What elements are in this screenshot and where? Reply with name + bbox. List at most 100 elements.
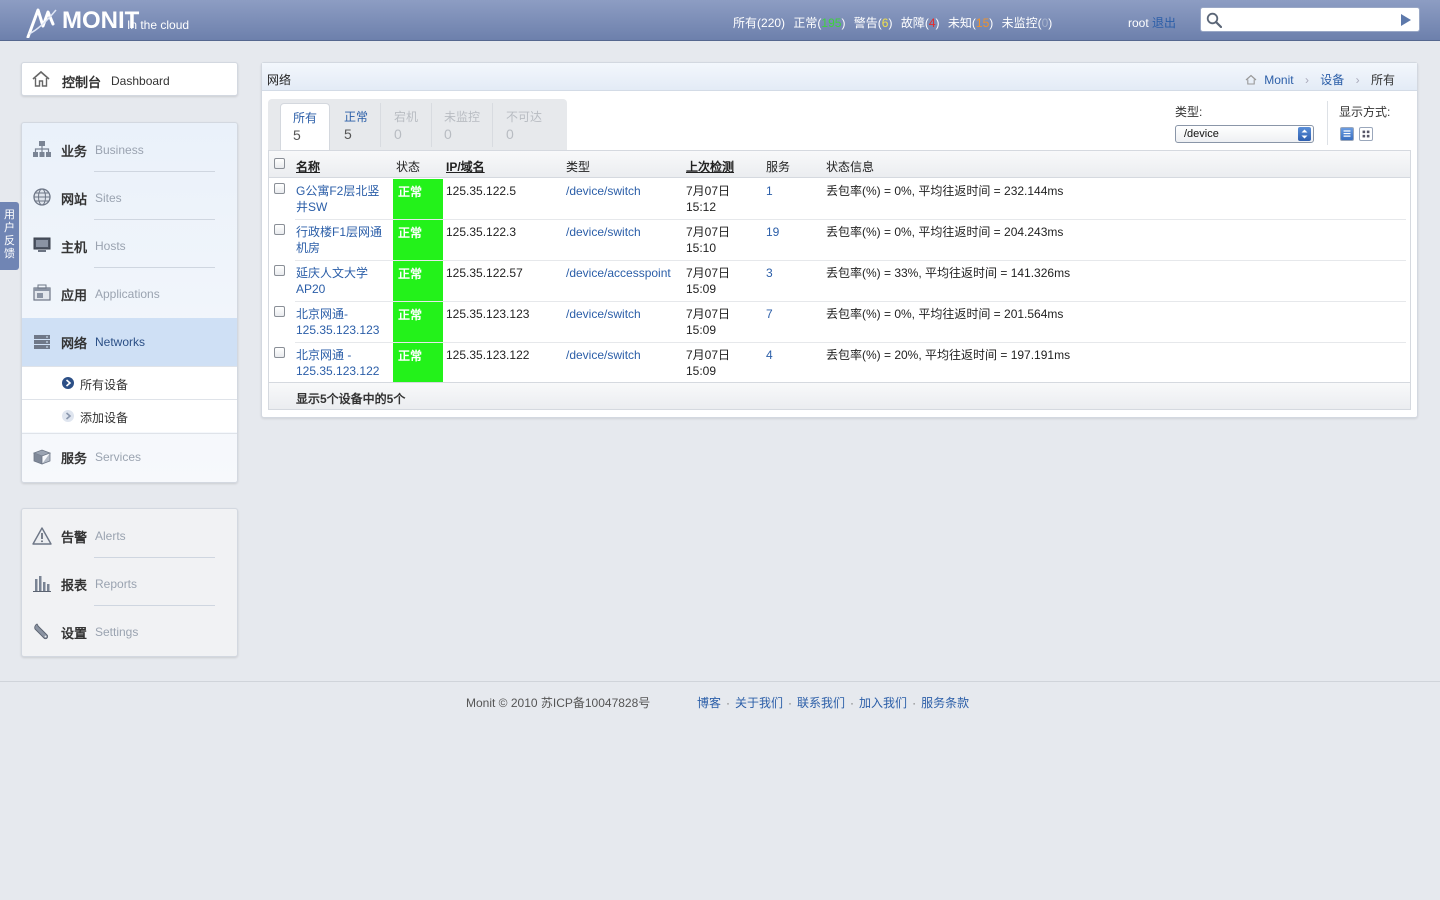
footer-links: 博客 · 关于我们 · 联系我们 · 加入我们 · 服务条款 [697, 694, 969, 711]
sidebar-item-business[interactable]: 业务 Business [22, 124, 237, 172]
device-ip: 125.35.123.122 [446, 348, 530, 362]
column-header-ip[interactable]: IP/域名 [446, 158, 485, 175]
sidebar-item-hosts[interactable]: 主机 Hosts [22, 220, 237, 268]
feedback-char: 户 [4, 222, 15, 234]
footer-link-join[interactable]: 加入我们 [859, 696, 907, 710]
tab-down[interactable]: 宕机 0 [381, 103, 431, 151]
sidebar-item-settings[interactable]: 设置 Settings [22, 606, 237, 654]
last-check-time: 7月07日 15:12 [686, 184, 731, 214]
device-name-link[interactable]: 北京网通 -125.35.123.122 [296, 347, 379, 379]
status-info: 丢包率(%) = 0%, 平均往返时间 = 204.243ms [826, 225, 1064, 239]
table-row: 行政楼F1层网通 机房 正常 125.35.122.3 /device/switc… [269, 220, 1410, 261]
device-type: /device/switch [566, 348, 641, 362]
table-row: 北京网通 -125.35.123.122 正常 125.35.123.122 /… [269, 343, 1410, 384]
row-checkbox[interactable] [274, 347, 285, 358]
grid-view-icon[interactable] [1359, 127, 1373, 141]
footer-dot: · [850, 696, 855, 710]
dashboard-panel: 控制台 Dashboard [21, 62, 238, 96]
services-count-link[interactable]: 4 [766, 347, 773, 363]
search-go-icon[interactable] [1400, 13, 1412, 27]
breadcrumb-separator-icon: › [1304, 73, 1309, 87]
sidebar-subitem-add-device[interactable]: 添加设备 [22, 399, 237, 432]
last-check-time: 7月07日 15:09 [686, 266, 731, 296]
sidebar-item-label: 设置 [61, 626, 88, 641]
select-all-checkbox[interactable] [274, 158, 285, 169]
user-area: root 退出 [1128, 14, 1176, 31]
status-info: 丢包率(%) = 0%, 平均往返时间 = 232.144ms [826, 184, 1064, 198]
footer-link-about[interactable]: 关于我们 [735, 696, 783, 710]
summary-normal[interactable]: 正常(195) [793, 16, 845, 30]
sidebar-item-label: 告警 [61, 530, 88, 545]
device-name-link[interactable]: 行政楼F1层网通 机房 [296, 224, 382, 256]
footer-link-contact[interactable]: 联系我们 [797, 696, 845, 710]
sidebar-item-services[interactable]: 服务 Services [22, 433, 237, 482]
tab-unreachable[interactable]: 不可达 0 [493, 103, 553, 151]
tab-normal[interactable]: 正常 5 [330, 103, 380, 151]
search-icon [1206, 12, 1222, 28]
status-tabs: 所有 5 正常 5 宕机 0 未监控 0 不可达 0 [268, 99, 567, 151]
sidebar-item-sublabel: Reports [95, 577, 138, 591]
services-count-link[interactable]: 19 [766, 224, 779, 240]
breadcrumb-devices[interactable]: 设备 [1320, 73, 1344, 87]
footer-dot: · [726, 696, 731, 710]
sidebar-item-label: 网站 [61, 192, 88, 207]
sidebar-item-networks[interactable]: 网络 Networks [22, 318, 237, 366]
row-checkbox[interactable] [274, 224, 285, 235]
row-checkbox[interactable] [274, 265, 285, 276]
device-name-link[interactable]: 北京网通- 125.35.123.123 [296, 306, 379, 338]
column-header-name[interactable]: 名称 [296, 158, 320, 175]
column-header-last-check[interactable]: 上次检测 [686, 158, 734, 175]
tab-label: 不可达 [506, 110, 543, 124]
sidebar-item-reports[interactable]: 报表 Reports [22, 558, 237, 606]
last-check-time: 7月07日 15:09 [686, 307, 731, 337]
home-icon [32, 70, 50, 87]
summary-all[interactable]: 所有(220) [733, 16, 785, 30]
status-badge: 正常 [393, 302, 443, 343]
logo-subtitle: In the cloud [127, 18, 190, 32]
summary-fault[interactable]: 故障(4) [901, 16, 940, 30]
row-checkbox[interactable] [274, 306, 285, 317]
tab-unmonitored[interactable]: 未监控 0 [432, 103, 492, 151]
summary-warning[interactable]: 警告(6) [854, 16, 893, 30]
sidebar-item-alerts[interactable]: 告警 Alerts [22, 510, 237, 558]
tab-count: 0 [394, 126, 402, 142]
top-bar: MONIT In the cloud 所有(220) 正常(195) 警告(6)… [0, 0, 1440, 41]
footer-dot: · [912, 696, 917, 710]
tab-all[interactable]: 所有 5 [280, 103, 330, 151]
devices-table: 名称 状态 IP/域名 类型 上次检测 服务 状态信息 G公寓F2层北竖 井SW … [268, 150, 1411, 410]
sidebar-item-sites[interactable]: 网站 Sites [22, 172, 237, 220]
page-footer: Monit © 2010 苏ICP备10047828号 博客 · 关于我们 · 联系我们… [0, 681, 1440, 900]
last-check-time: 7月07日 15:09 [686, 348, 731, 378]
breadcrumb-monit[interactable]: Monit [1264, 73, 1293, 87]
divider [1327, 101, 1328, 145]
table-header: 名称 状态 IP/域名 类型 上次检测 服务 状态信息 [269, 151, 1410, 178]
row-checkbox[interactable] [274, 183, 285, 194]
search-input[interactable] [1225, 10, 1390, 29]
services-count-link[interactable]: 3 [766, 265, 773, 281]
logout-link[interactable]: 退出 [1152, 16, 1176, 30]
monitor-icon [33, 237, 51, 252]
type-select-value: /device [1184, 128, 1219, 140]
logo-mark-icon [26, 8, 57, 38]
device-name-link[interactable]: 延庆人文大学 AP20 [296, 265, 368, 297]
sidebar-item-applications[interactable]: 应用 Applications [22, 268, 237, 316]
summary-unmonitored[interactable]: 未监控(0) [1002, 16, 1053, 30]
sidebar-subitem-all-devices[interactable]: 所有设备 [22, 366, 237, 399]
type-select[interactable]: /device [1175, 125, 1314, 143]
services-count-link[interactable]: 7 [766, 306, 773, 322]
footer-link-terms[interactable]: 服务条款 [921, 696, 969, 710]
sidebar-item-sublabel: Sites [95, 191, 122, 205]
sidebar-item-dashboard[interactable]: 控制台 Dashboard [22, 63, 237, 95]
username: root [1128, 16, 1149, 30]
device-name-link[interactable]: G公寓F2层北竖 井SW [296, 183, 379, 215]
tab-count: 0 [506, 126, 514, 142]
status-info: 丢包率(%) = 20%, 平均往返时间 = 197.191ms [826, 348, 1071, 362]
summary-unknown[interactable]: 未知(15) [948, 16, 993, 30]
feedback-tab[interactable]: 用 户 反 馈 [0, 202, 19, 270]
list-view-icon[interactable] [1340, 127, 1354, 141]
services-count-link[interactable]: 1 [766, 183, 773, 199]
sidebar-item-label: 主机 [61, 240, 88, 255]
footer-link-blog[interactable]: 博客 [697, 696, 721, 710]
device-ip: 125.35.122.5 [446, 184, 517, 198]
sidebar-item-sublabel: Business [95, 143, 144, 157]
